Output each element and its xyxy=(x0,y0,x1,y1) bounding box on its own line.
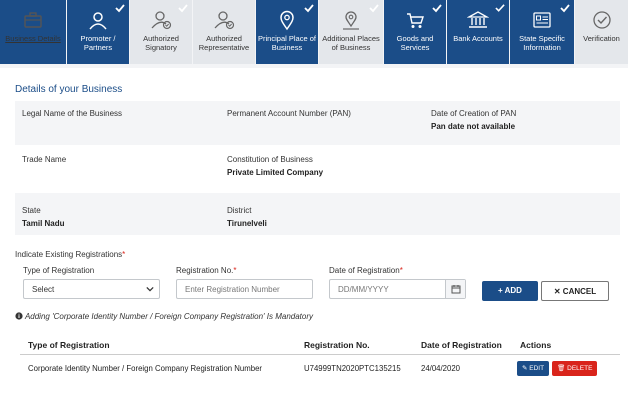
tab-state-specific[interactable]: State Specific Information xyxy=(510,0,574,64)
add-registration-button[interactable]: + ADD xyxy=(482,281,538,301)
tab-label: Authorized Representative xyxy=(198,34,250,52)
close-icon: ✕ xyxy=(553,287,563,296)
tab-label: State Specific Information xyxy=(519,34,565,52)
column-header: Date of Registration xyxy=(413,336,512,355)
trade-name-label: Trade Name xyxy=(22,155,67,164)
district-label: District xyxy=(227,206,252,215)
wizard-tabs: Business Details Promoter / Partners Aut… xyxy=(0,0,628,68)
required-marker: * xyxy=(399,266,403,275)
edit-label: EDIT xyxy=(529,365,545,373)
section-title: Details of your Business xyxy=(15,84,123,95)
edit-button[interactable]: ✎ EDIT xyxy=(517,361,550,377)
tab-principal-place[interactable]: Principal Place of Business xyxy=(256,0,318,64)
tab-label: Business Details xyxy=(5,34,61,43)
registration-no-label: Registration No.* xyxy=(176,266,236,275)
pan-date-label: Date of Creation of PAN xyxy=(431,109,517,118)
person-check-icon xyxy=(151,11,172,30)
existing-registrations-heading: Indicate Existing Registrations* xyxy=(15,250,125,259)
column-header: Registration No. xyxy=(296,336,413,355)
registration-date-input[interactable]: DD/MM/YYYY xyxy=(329,279,466,299)
type-of-registration-label: Type of Registration xyxy=(23,266,95,275)
map-pins-icon xyxy=(343,11,359,30)
tab-goods-services[interactable]: Goods and Services xyxy=(384,0,446,64)
date-of-registration-label: Date of Registration* xyxy=(329,266,403,275)
tab-label: Principal Place of Business xyxy=(258,34,316,52)
details-row-3 xyxy=(15,193,620,235)
add-label: ADD xyxy=(504,286,522,295)
tab-label: Goods and Services xyxy=(396,34,434,52)
registration-type-select[interactable]: Select xyxy=(23,279,160,299)
table-header-row: Type of Registration Registration No. Da… xyxy=(20,336,620,355)
chevron-down-icon xyxy=(146,286,154,292)
tab-authorized-representative[interactable]: Authorized Representative xyxy=(193,0,255,64)
tab-label: Verification xyxy=(583,34,620,43)
registration-type-cell: Corporate Identity Number / Foreign Comp… xyxy=(28,364,263,374)
required-marker: * xyxy=(233,266,237,275)
pan-date-value: Pan date not available xyxy=(431,122,516,131)
registration-number-input[interactable]: Enter Registration Number xyxy=(176,279,313,299)
mandatory-note-text: Adding 'Corporate Identity Number / Fore… xyxy=(24,312,314,321)
column-header: Type of Registration xyxy=(20,336,296,355)
mandatory-note: Adding 'Corporate Identity Number / Fore… xyxy=(15,312,313,321)
bank-icon xyxy=(467,11,489,28)
existing-registrations-text: Indicate Existing Registrations xyxy=(15,250,123,259)
state-value: Tamil Nadu xyxy=(22,219,65,228)
plus-icon: + xyxy=(498,286,505,295)
details-row-1 xyxy=(15,101,620,145)
check-icon xyxy=(178,4,188,13)
tab-bank-accounts[interactable]: Bank Accounts xyxy=(447,0,509,64)
briefcase-icon xyxy=(24,12,42,28)
date-of-registration-text: Date of Registration xyxy=(329,266,400,275)
calendar-button[interactable] xyxy=(445,280,465,298)
registration-number-cell: U74999TN2020PTC135215 xyxy=(304,364,401,374)
state-label: State xyxy=(22,206,41,215)
check-icon xyxy=(560,4,570,13)
delete-button[interactable]: 🗑 DELETE xyxy=(552,361,598,377)
check-icon xyxy=(495,4,505,12)
tab-label: Authorized Signatory xyxy=(143,34,179,52)
constitution-label: Constitution of Business xyxy=(227,155,313,164)
info-icon xyxy=(15,312,23,320)
check-circle-icon xyxy=(592,11,611,29)
tab-business-details[interactable]: Business Details xyxy=(0,0,66,64)
tab-additional-places[interactable]: Additional Places of Business xyxy=(319,0,383,64)
legal-name-label: Legal Name of the Business xyxy=(22,109,123,118)
tab-verification[interactable]: Verification xyxy=(575,0,628,64)
actions-cell: ✎ EDIT 🗑 DELETE xyxy=(512,355,620,383)
table-row: Corporate Identity Number / Foreign Comp… xyxy=(20,355,620,383)
person-check-icon xyxy=(214,11,235,30)
check-icon xyxy=(369,4,379,13)
id-card-icon xyxy=(533,12,551,28)
registration-date-cell: 24/04/2020 xyxy=(421,364,461,374)
trash-icon: 🗑 xyxy=(557,365,568,373)
person-icon xyxy=(89,12,107,30)
delete-label: DELETE xyxy=(567,365,593,373)
district-value: Tirunelveli xyxy=(227,219,267,228)
check-icon xyxy=(115,4,125,13)
pan-label: Permanent Account Number (PAN) xyxy=(227,109,351,118)
constitution-value: Private Limited Company xyxy=(227,168,324,177)
column-header: Actions xyxy=(512,336,620,355)
check-icon xyxy=(304,4,314,13)
required-marker: * xyxy=(122,250,126,259)
tab-authorized-signatory[interactable]: Authorized Signatory xyxy=(130,0,192,64)
calendar-icon xyxy=(451,285,461,294)
registration-number-placeholder: Enter Registration Number xyxy=(185,285,280,294)
cancel-registration-button[interactable]: ✕ CANCEL xyxy=(541,281,609,301)
registrations-table: Type of Registration Registration No. Da… xyxy=(20,336,620,383)
tab-promoter-partners[interactable]: Promoter / Partners xyxy=(67,0,129,64)
tab-label: Promoter / Partners xyxy=(80,34,116,52)
check-icon xyxy=(432,4,442,13)
registration-no-text: Registration No. xyxy=(176,266,234,275)
map-pin-icon xyxy=(280,10,294,31)
registration-date-placeholder: DD/MM/YYYY xyxy=(338,285,389,294)
cart-icon xyxy=(407,13,424,28)
registration-type-value: Select xyxy=(32,285,55,294)
cancel-label: CANCEL xyxy=(562,287,597,296)
tab-label: Bank Accounts xyxy=(453,34,503,43)
business-details-panel: Details of your Business Legal Name of t… xyxy=(0,68,628,406)
tab-label: Additional Places of Business xyxy=(322,34,380,52)
